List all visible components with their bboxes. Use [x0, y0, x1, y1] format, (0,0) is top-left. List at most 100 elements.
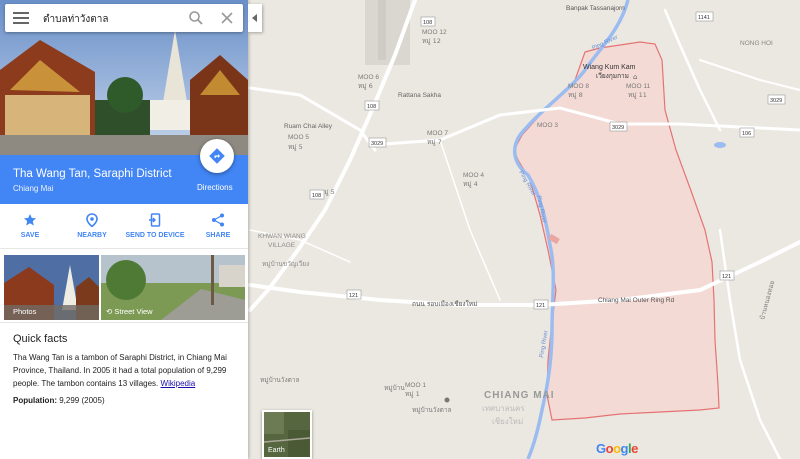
photos-label: Photos — [13, 307, 37, 316]
temple-icon[interactable]: ⌂ — [633, 73, 637, 81]
route-shield-121-a: 121 — [346, 289, 362, 300]
label-moo1: MOO 1 — [405, 382, 426, 389]
directions-button[interactable] — [200, 139, 234, 173]
nearby-button[interactable]: NEARBY — [62, 204, 122, 248]
label-moo5: MOO 5 — [288, 134, 309, 141]
place-panel: Tha Wang Tan, Saraphi District Chiang Ma… — [0, 0, 248, 459]
svg-text:1141: 1141 — [698, 15, 710, 21]
svg-text:121: 121 — [722, 274, 731, 280]
save-label: SAVE — [20, 232, 40, 239]
google-logo: Google — [596, 441, 638, 456]
menu-icon[interactable] — [13, 11, 29, 25]
chevron-left-icon — [252, 14, 257, 22]
svg-text:3029: 3029 — [612, 125, 624, 131]
send-to-device-icon — [149, 213, 161, 227]
svg-text:108: 108 — [367, 104, 376, 110]
pond — [714, 142, 726, 148]
label-village-th2: หมู่บ้านวังตาล — [412, 406, 451, 414]
label-chiang-mai: CHIANG MAI — [484, 390, 555, 401]
route-shield-1141: 1141 — [695, 11, 714, 22]
quick-facts-heading: Quick facts — [13, 333, 68, 345]
route-shield-108-a: 108 — [420, 16, 436, 27]
label-nong-hoi: NONG HOI — [740, 40, 773, 47]
star-icon — [24, 214, 36, 226]
label-moo11-th: หมู่ 11 — [628, 91, 647, 99]
svg-text:3029: 3029 — [770, 98, 782, 104]
label-moo6: MOO 6 — [358, 74, 379, 81]
route-shield-121-c: 121 — [719, 270, 735, 281]
label-moo3: MOO 3 — [537, 122, 558, 129]
street-view-label: Street View — [114, 307, 153, 316]
svg-text:106: 106 — [742, 131, 751, 137]
label-moo12-th: หมู่ 12 — [422, 37, 441, 45]
label-chiang-mai-th: เทศบาลนคร — [482, 404, 525, 413]
share-label: SHARE — [205, 232, 231, 239]
label-village: VILLAGE — [268, 242, 296, 249]
label-moo6-th: หมู่ 6 — [358, 82, 373, 90]
svg-text:121: 121 — [536, 303, 545, 309]
label-moo8: MOO 8 — [568, 83, 589, 90]
label-village-th3: หมู่บ้านวังตาล — [260, 376, 299, 384]
wikipedia-link[interactable]: Wikipedia — [161, 379, 196, 388]
directions-icon — [209, 148, 225, 164]
route-shield-3029-a: 3029 — [368, 137, 387, 148]
nearby-icon — [86, 213, 98, 227]
nearby-label: NEARBY — [77, 232, 107, 239]
action-bar: SAVE NEARBY SEND TO DEVICE SHARE — [0, 204, 248, 249]
earth-label: Earth — [268, 447, 285, 454]
population-value: 9,299 (2005) — [59, 396, 105, 405]
label-moo7: MOO 7 — [427, 130, 448, 137]
svg-text:3029: 3029 — [371, 141, 383, 147]
label-rattana: Rattana Sakha — [398, 92, 441, 99]
label-chiang-mai-th2: เชียงใหม่ — [492, 417, 523, 426]
label-khwan-th: หมู่บ้านขวัญเวียง — [262, 260, 309, 268]
route-shield-3029-b: 3029 — [609, 121, 628, 132]
photo-strip: Photos ⟲ Street View — [4, 255, 245, 320]
place-title: Tha Wang Tan, Saraphi District — [13, 168, 172, 180]
quick-facts-text: Tha Wang Tan is a tambon of Saraphi Dist… — [13, 351, 238, 390]
route-shield-108-c: 108 — [309, 189, 325, 200]
share-button[interactable]: SHARE — [188, 204, 248, 248]
svg-text:108: 108 — [312, 193, 321, 199]
label-ring-th: ถนน รอบเมืองเชียงใหม่ — [412, 300, 477, 308]
svg-text:121: 121 — [349, 293, 358, 299]
route-shield-3029-c: 3029 — [767, 94, 786, 105]
label-banpak: Banpak Tassanajorn — [566, 5, 625, 12]
population-label: Population: — [13, 396, 57, 405]
label-moo4: MOO 4 — [463, 172, 484, 179]
save-button[interactable]: SAVE — [0, 204, 60, 248]
earth-toggle[interactable]: Earth — [262, 410, 312, 459]
photos-thumbnail[interactable]: Photos — [4, 255, 99, 320]
route-shield-121-b: 121 — [533, 299, 549, 310]
svg-text:108: 108 — [423, 20, 432, 26]
label-village-th1: หมู่บ้าน — [384, 384, 405, 392]
label-ring-en: Chiang Mai Outer Ring Rd — [598, 297, 675, 304]
route-shield-106: 106 — [739, 127, 755, 138]
label-moo8-th: หมู่ 8 — [568, 91, 583, 99]
share-icon — [212, 213, 224, 227]
poi-marker[interactable] — [444, 397, 450, 403]
label-moo5-th: หมู่ 5 — [288, 143, 303, 151]
search-input[interactable] — [41, 9, 185, 29]
collapse-panel-button[interactable] — [248, 4, 262, 32]
label-moo4-th: หมู่ 4 — [463, 180, 478, 188]
divider — [0, 322, 248, 323]
label-moo1-th: หมู่ 1 — [405, 390, 420, 398]
place-subtitle: Chiang Mai — [13, 184, 54, 193]
label-wiang-th: เวียงกุมกาม — [596, 72, 629, 80]
search-icon[interactable] — [188, 10, 204, 26]
label-ruam: Ruam Chai Alley — [284, 123, 333, 130]
route-shield-108-b: 108 — [364, 100, 380, 111]
street-view-thumbnail[interactable]: ⟲ Street View — [101, 255, 245, 320]
population-row: Population: 9,299 (2005) — [13, 396, 105, 405]
label-moo7-th: หมู่ 7 — [427, 138, 442, 146]
label-moo11: MOO 11 — [626, 83, 650, 90]
close-icon[interactable] — [220, 11, 234, 25]
label-wiang: Wiang Kum Kam — [583, 64, 636, 71]
label-moo12: MOO 12 — [422, 29, 447, 36]
label-khwan: KHWAN WIANG — [258, 233, 306, 240]
send-to-device-label: SEND TO DEVICE — [125, 232, 185, 239]
directions-label[interactable]: Directions — [197, 183, 233, 192]
send-to-device-button[interactable]: SEND TO DEVICE — [124, 204, 186, 248]
street-view-caption: ⟲ Street View — [106, 307, 153, 316]
